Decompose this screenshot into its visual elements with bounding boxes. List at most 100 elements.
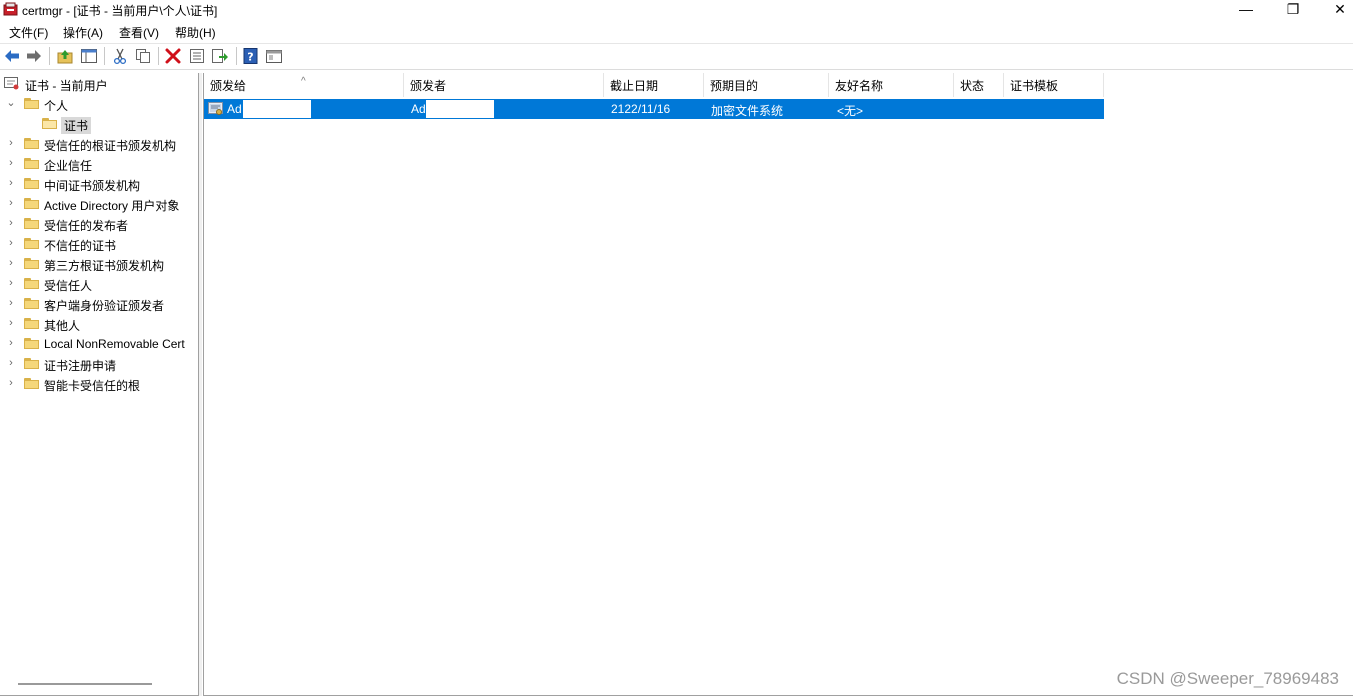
properties-icon[interactable] bbox=[188, 47, 206, 65]
menu-help[interactable]: 帮助(H) bbox=[175, 24, 216, 41]
certificate-list: 颁发给 ^ 颁发者 截止日期 预期目的 友好名称 状态 证书模板 Ad Ad 2… bbox=[203, 73, 1353, 696]
mmc-console-icon[interactable] bbox=[265, 47, 283, 65]
tree-item[interactable]: › 其他人 bbox=[0, 314, 198, 334]
column-header-issued-by[interactable]: 颁发者 bbox=[404, 73, 604, 97]
chevron-right-icon[interactable]: › bbox=[6, 157, 16, 169]
column-header-issued-to[interactable]: 颁发给 ^ bbox=[204, 73, 404, 97]
up-folder-icon[interactable] bbox=[56, 47, 74, 65]
cell-issued-to: Ad bbox=[227, 102, 242, 116]
tree-item[interactable]: › Local NonRemovable Cert bbox=[0, 334, 198, 354]
column-header-status[interactable]: 状态 bbox=[954, 73, 1004, 97]
menu-file[interactable]: 文件(F) bbox=[9, 24, 48, 41]
menu-action[interactable]: 操作(A) bbox=[63, 24, 103, 41]
tree-item[interactable]: › 企业信任 bbox=[0, 154, 198, 174]
tree-item-label: 证书 bbox=[61, 117, 92, 134]
back-arrow-icon[interactable] bbox=[3, 47, 21, 65]
certificate-icon bbox=[208, 102, 223, 115]
menu-view[interactable]: 查看(V) bbox=[119, 24, 159, 41]
folder-icon bbox=[24, 198, 39, 209]
tree-item-label: 受信任人 bbox=[44, 279, 93, 293]
cut-icon[interactable] bbox=[111, 47, 129, 65]
tree-item-label: 证书注册申请 bbox=[44, 359, 117, 373]
tree-item[interactable]: › 证书注册申请 bbox=[0, 354, 198, 374]
tree-item-label: Active Directory 用户对象 bbox=[44, 199, 180, 213]
chevron-right-icon[interactable]: › bbox=[6, 177, 16, 189]
tree-item-label: 受信任的发布者 bbox=[44, 219, 129, 233]
tree-item[interactable]: › 智能卡受信任的根 bbox=[0, 374, 198, 394]
tree-item[interactable]: › 第三方根证书颁发机构 bbox=[0, 254, 198, 274]
copy-icon[interactable] bbox=[134, 47, 152, 65]
folder-icon bbox=[24, 258, 39, 269]
toolbar: ? bbox=[0, 44, 1353, 70]
column-header-label: 颁发给 bbox=[210, 79, 247, 93]
show-hide-tree-icon[interactable] bbox=[80, 47, 98, 65]
window-title: certmgr - [证书 - 当前用户\个人\证书] bbox=[22, 4, 218, 18]
folder-icon bbox=[24, 218, 39, 229]
chevron-right-icon[interactable]: › bbox=[6, 217, 16, 229]
column-header-expiration[interactable]: 截止日期 bbox=[604, 73, 704, 97]
chevron-right-icon[interactable]: › bbox=[6, 337, 16, 349]
tree-item[interactable]: › 受信任的发布者 bbox=[0, 214, 198, 234]
tree-item-root[interactable]: 证书 - 当前用户 bbox=[0, 74, 198, 94]
folder-icon bbox=[24, 138, 39, 149]
tree-item[interactable]: › 受信任的根证书颁发机构 bbox=[0, 134, 198, 154]
svg-text:?: ? bbox=[247, 51, 253, 64]
column-header-purpose[interactable]: 预期目的 bbox=[704, 73, 829, 97]
chevron-right-icon[interactable]: › bbox=[6, 137, 16, 149]
chevron-right-icon[interactable]: › bbox=[6, 317, 16, 329]
folder-icon bbox=[24, 278, 39, 289]
sort-ascending-icon: ^ bbox=[301, 76, 306, 87]
export-list-icon[interactable] bbox=[211, 47, 229, 65]
close-button[interactable]: ✕ bbox=[1317, 0, 1353, 20]
horizontal-scrollbar[interactable] bbox=[18, 683, 152, 685]
tree-item[interactable]: › 不信任的证书 bbox=[0, 234, 198, 254]
column-header-friendly-name[interactable]: 友好名称 bbox=[829, 73, 954, 97]
chevron-down-icon[interactable]: ⌄ bbox=[6, 97, 16, 109]
title-bar: certmgr - [证书 - 当前用户\个人\证书] — ❐ ✕ bbox=[0, 0, 1353, 20]
help-icon[interactable]: ? bbox=[242, 47, 260, 65]
cell-friendly-name: <无> bbox=[837, 104, 864, 118]
forward-arrow-icon[interactable] bbox=[25, 47, 43, 65]
chevron-right-icon[interactable]: › bbox=[6, 257, 16, 269]
tree-item-label: Local NonRemovable Cert bbox=[44, 337, 185, 351]
toolbar-separator bbox=[158, 47, 159, 65]
chevron-right-icon[interactable]: › bbox=[6, 277, 16, 289]
tree-item-personal[interactable]: ⌄ 个人 bbox=[0, 94, 198, 114]
cell-issued-by: Ad bbox=[411, 102, 426, 116]
tree-item-label: 企业信任 bbox=[44, 159, 93, 173]
tree-item-label: 个人 bbox=[44, 99, 69, 113]
folder-icon bbox=[24, 298, 39, 309]
watermark-text: CSDN @Sweeper_78969483 bbox=[1116, 669, 1339, 688]
chevron-right-icon[interactable]: › bbox=[6, 197, 16, 209]
folder-icon bbox=[24, 98, 39, 109]
tree-item-personal-certificates[interactable]: 证书 bbox=[0, 114, 198, 134]
folder-icon bbox=[24, 318, 39, 329]
tree-item[interactable]: › Active Directory 用户对象 bbox=[0, 194, 198, 214]
redaction-mask bbox=[426, 100, 494, 118]
tree-item-label: 不信任的证书 bbox=[44, 239, 117, 253]
chevron-right-icon[interactable]: › bbox=[6, 237, 16, 249]
delete-icon[interactable] bbox=[164, 47, 182, 65]
folder-icon bbox=[24, 338, 39, 349]
tree-item[interactable]: › 受信任人 bbox=[0, 274, 198, 294]
toolbar-separator bbox=[104, 47, 105, 65]
column-header-template[interactable]: 证书模板 bbox=[1004, 73, 1104, 97]
maximize-button[interactable]: ❐ bbox=[1270, 0, 1316, 20]
folder-icon bbox=[24, 378, 39, 389]
folder-icon bbox=[24, 178, 39, 189]
tree-item[interactable]: › 客户端身份验证颁发者 bbox=[0, 294, 198, 314]
minimize-button[interactable]: — bbox=[1223, 0, 1269, 20]
chevron-right-icon[interactable]: › bbox=[6, 297, 16, 309]
cell-expiration-date: 2122/11/16 bbox=[611, 102, 671, 116]
chevron-right-icon[interactable]: › bbox=[6, 377, 16, 389]
pane-splitter[interactable] bbox=[199, 73, 202, 696]
toolbar-separator bbox=[236, 47, 237, 65]
folder-icon bbox=[24, 358, 39, 369]
certmgr-app-icon bbox=[3, 2, 18, 16]
tree-item-label: 受信任的根证书颁发机构 bbox=[44, 139, 177, 153]
table-row[interactable]: Ad Ad 2122/11/16 加密文件系统 <无> bbox=[204, 99, 1104, 119]
tree-item[interactable]: › 中间证书颁发机构 bbox=[0, 174, 198, 194]
folder-icon bbox=[24, 158, 39, 169]
certificates-root-icon bbox=[4, 77, 19, 90]
chevron-right-icon[interactable]: › bbox=[6, 357, 16, 369]
